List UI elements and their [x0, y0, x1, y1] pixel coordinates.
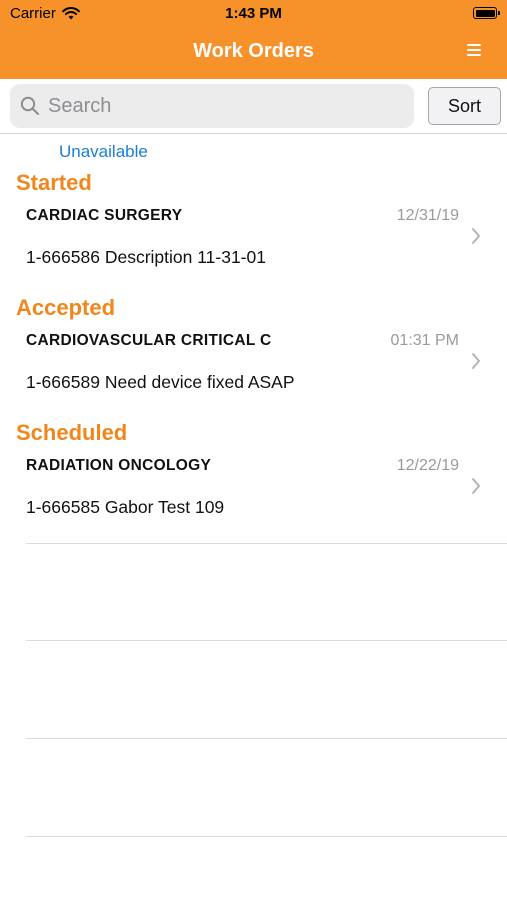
divider — [0, 133, 507, 134]
chevron-right-icon — [472, 228, 480, 244]
order-description: 1-666586 Description 11-31-01 — [26, 247, 266, 267]
order-date: 01:31 PM — [390, 332, 459, 349]
order-description: 1-666589 Need device fixed ASAP — [26, 372, 295, 392]
battery-icon — [473, 7, 500, 19]
section-title-scheduled: Scheduled — [16, 420, 128, 445]
search-input[interactable] — [46, 93, 390, 119]
order-date: 12/31/19 — [396, 207, 459, 224]
order-department: CARDIOVASCULAR CRITICAL C — [26, 332, 272, 349]
status-time: 1:43 PM — [225, 5, 282, 22]
work-order-row[interactable]: CARDIOVASCULAR CRITICAL C 01:31 PM 1-666… — [0, 332, 507, 422]
row-separator — [26, 738, 507, 739]
order-department: RADIATION ONCOLOGY — [26, 457, 212, 474]
search-icon — [20, 96, 40, 116]
unavailable-link[interactable]: Unavailable — [59, 142, 148, 162]
page-title: Work Orders — [193, 40, 314, 62]
work-order-row[interactable]: CARDIAC SURGERY 12/31/19 1-666586 Descri… — [0, 207, 507, 297]
work-order-row[interactable]: RADIATION ONCOLOGY 12/22/19 1-666585 Gab… — [0, 457, 507, 547]
sort-button[interactable]: Sort — [428, 87, 501, 125]
row-separator — [26, 543, 507, 544]
nav-header: Carrier 1:43 PM Work Orders — [0, 0, 507, 79]
search-bar[interactable] — [10, 84, 414, 128]
section-title-accepted: Accepted — [16, 295, 116, 320]
chevron-right-icon — [472, 353, 480, 369]
hamburger-menu-icon[interactable] — [467, 44, 481, 59]
row-separator — [26, 640, 507, 641]
chevron-right-icon — [472, 478, 480, 494]
section-title-started: Started — [16, 170, 92, 195]
order-date: 12/22/19 — [396, 457, 459, 474]
order-department: CARDIAC SURGERY — [26, 207, 183, 224]
order-description: 1-666585 Gabor Test 109 — [26, 497, 225, 517]
row-separator — [26, 836, 507, 837]
